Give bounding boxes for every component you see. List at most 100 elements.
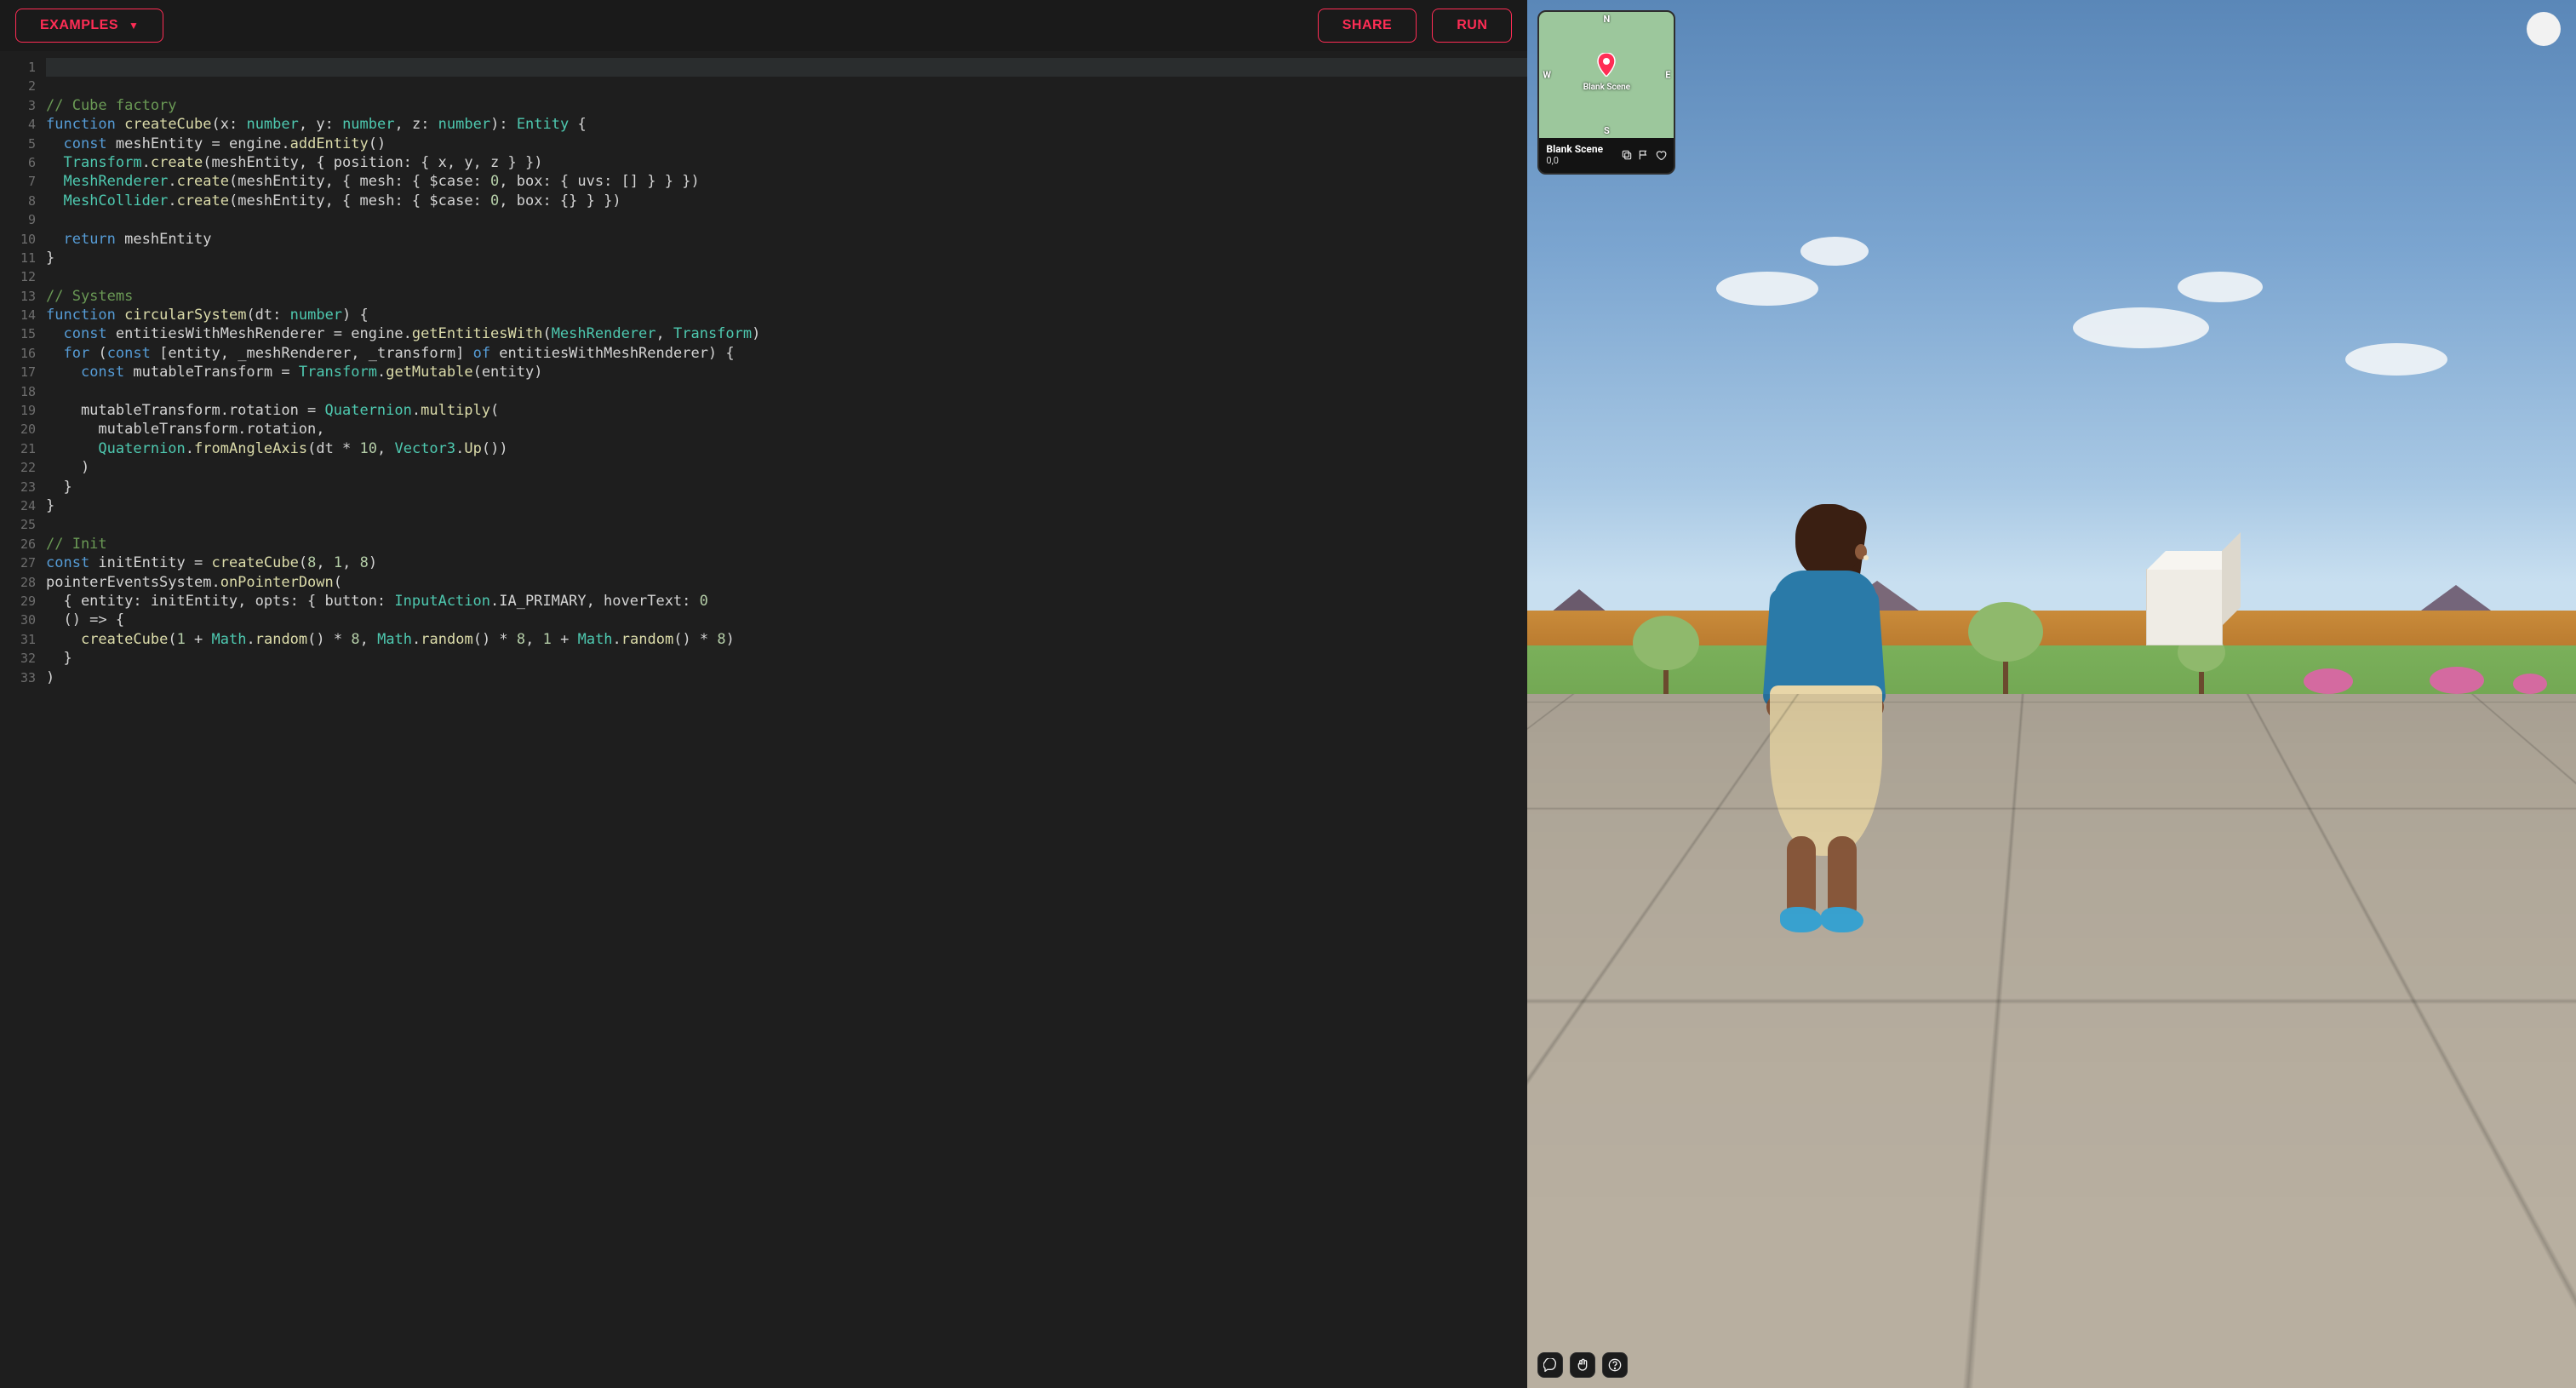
code-line[interactable]: ) bbox=[46, 668, 1527, 687]
minimap-scene-label: Blank Scene bbox=[1583, 83, 1630, 92]
toolbar: EXAMPLES ▼ SHARE RUN bbox=[0, 0, 1527, 51]
code-editor[interactable]: 1234567891011121314151617181920212223242… bbox=[0, 51, 1527, 1388]
code-line[interactable]: // Systems bbox=[46, 287, 1527, 306]
code-line[interactable]: for (const [entity, _meshRenderer, _tran… bbox=[46, 344, 1527, 363]
run-button[interactable]: RUN bbox=[1432, 9, 1512, 43]
line-number: 6 bbox=[0, 153, 36, 172]
code-line[interactable]: function createCube(x: number, y: number… bbox=[46, 115, 1527, 134]
code-line[interactable]: { entity: initEntity, opts: { button: In… bbox=[46, 592, 1527, 611]
line-number: 8 bbox=[0, 192, 36, 210]
line-number: 32 bbox=[0, 649, 36, 668]
code-line[interactable] bbox=[46, 77, 1527, 95]
line-number: 1 bbox=[0, 58, 36, 77]
floor bbox=[1527, 694, 2576, 1388]
line-number: 24 bbox=[0, 496, 36, 515]
help-button[interactable] bbox=[1602, 1352, 1628, 1378]
tree bbox=[1633, 616, 1699, 699]
flag-icon[interactable] bbox=[1638, 149, 1650, 161]
bush bbox=[2304, 668, 2353, 694]
code-line[interactable]: () => { bbox=[46, 611, 1527, 629]
minimap[interactable]: N S W E Blank Scene Blank Scene 0,0 bbox=[1537, 10, 1675, 175]
minimap-coords: 0,0 bbox=[1546, 155, 1603, 166]
minimap-dir-n: N bbox=[1604, 14, 1611, 25]
code-line[interactable]: mutableTransform.rotation, bbox=[46, 420, 1527, 439]
code-line[interactable]: } bbox=[46, 478, 1527, 496]
minimap-info: Blank Scene 0,0 bbox=[1539, 138, 1674, 173]
chat-bubble-icon bbox=[1543, 1358, 1557, 1372]
line-number: 17 bbox=[0, 363, 36, 381]
line-number: 16 bbox=[0, 344, 36, 363]
line-number: 22 bbox=[0, 458, 36, 477]
preview-pane[interactable]: N S W E Blank Scene Blank Scene 0,0 bbox=[1527, 0, 2576, 1388]
player-avatar bbox=[1736, 500, 1906, 943]
code-line[interactable]: // Init bbox=[46, 535, 1527, 553]
line-number: 10 bbox=[0, 230, 36, 249]
copy-icon[interactable] bbox=[1621, 149, 1633, 161]
minimap-title: Blank Scene bbox=[1546, 143, 1603, 155]
line-number: 18 bbox=[0, 382, 36, 401]
tree bbox=[1968, 602, 2043, 696]
code-line[interactable]: function circularSystem(dt: number) { bbox=[46, 306, 1527, 324]
line-number: 14 bbox=[0, 306, 36, 324]
code-content[interactable]: // Cube factoryfunction createCube(x: nu… bbox=[46, 51, 1527, 1388]
heart-icon[interactable] bbox=[1655, 149, 1667, 161]
run-label: RUN bbox=[1457, 18, 1487, 33]
code-line[interactable]: Transform.create(meshEntity, { position:… bbox=[46, 153, 1527, 172]
code-line[interactable]: MeshCollider.create(meshEntity, { mesh: … bbox=[46, 192, 1527, 210]
line-number: 19 bbox=[0, 401, 36, 420]
profile-avatar-button[interactable] bbox=[2527, 12, 2561, 46]
chat-button[interactable] bbox=[1537, 1352, 1563, 1378]
line-number: 29 bbox=[0, 592, 36, 611]
code-line[interactable] bbox=[46, 58, 1527, 77]
code-line[interactable]: } bbox=[46, 249, 1527, 267]
code-line[interactable] bbox=[46, 210, 1527, 229]
code-line[interactable] bbox=[46, 515, 1527, 534]
code-line[interactable]: Quaternion.fromAngleAxis(dt * 10, Vector… bbox=[46, 439, 1527, 458]
code-line[interactable]: // Cube factory bbox=[46, 96, 1527, 115]
code-line[interactable]: return meshEntity bbox=[46, 230, 1527, 249]
app-root: EXAMPLES ▼ SHARE RUN 1234567891011121314… bbox=[0, 0, 2576, 1388]
minimap-info-text: Blank Scene 0,0 bbox=[1546, 143, 1603, 166]
line-number: 33 bbox=[0, 668, 36, 687]
line-number: 7 bbox=[0, 172, 36, 191]
toolbar-left: EXAMPLES ▼ bbox=[15, 9, 163, 43]
bush bbox=[2430, 667, 2484, 694]
code-line[interactable]: } bbox=[46, 496, 1527, 515]
line-number: 27 bbox=[0, 553, 36, 572]
minimap-player-pin-icon bbox=[1597, 53, 1616, 77]
minimap-dir-e: E bbox=[1665, 70, 1670, 81]
code-line[interactable]: const mutableTransform = Transform.getMu… bbox=[46, 363, 1527, 381]
examples-dropdown-button[interactable]: EXAMPLES ▼ bbox=[15, 9, 163, 43]
code-line[interactable] bbox=[46, 267, 1527, 286]
minimap-dir-w: W bbox=[1543, 70, 1551, 81]
bush bbox=[2513, 674, 2547, 694]
line-number: 20 bbox=[0, 420, 36, 439]
code-line[interactable]: const entitiesWithMeshRenderer = engine.… bbox=[46, 324, 1527, 343]
code-line[interactable]: const initEntity = createCube(8, 1, 8) bbox=[46, 553, 1527, 572]
scene-cube[interactable] bbox=[2146, 569, 2223, 645]
line-number: 31 bbox=[0, 630, 36, 649]
line-number: 3 bbox=[0, 96, 36, 115]
line-number: 26 bbox=[0, 535, 36, 553]
code-line[interactable]: pointerEventsSystem.onPointerDown( bbox=[46, 573, 1527, 592]
toolbar-right: SHARE RUN bbox=[1318, 9, 1513, 43]
share-label: SHARE bbox=[1342, 18, 1393, 33]
line-number: 23 bbox=[0, 478, 36, 496]
minimap-canvas[interactable]: N S W E Blank Scene bbox=[1539, 12, 1674, 138]
code-line[interactable]: const meshEntity = engine.addEntity() bbox=[46, 135, 1527, 153]
line-number: 9 bbox=[0, 210, 36, 229]
hand-wave-icon bbox=[1576, 1358, 1589, 1372]
code-line[interactable]: } bbox=[46, 649, 1527, 668]
code-line[interactable]: mutableTransform.rotation = Quaternion.m… bbox=[46, 401, 1527, 420]
line-number: 12 bbox=[0, 267, 36, 286]
line-number: 28 bbox=[0, 573, 36, 592]
share-button[interactable]: SHARE bbox=[1318, 9, 1417, 43]
line-number: 30 bbox=[0, 611, 36, 629]
minimap-actions bbox=[1621, 149, 1667, 161]
emote-button[interactable] bbox=[1570, 1352, 1595, 1378]
code-line[interactable]: createCube(1 + Math.random() * 8, Math.r… bbox=[46, 630, 1527, 649]
code-line[interactable]: MeshRenderer.create(meshEntity, { mesh: … bbox=[46, 172, 1527, 191]
line-number: 21 bbox=[0, 439, 36, 458]
code-line[interactable] bbox=[46, 382, 1527, 401]
code-line[interactable]: ) bbox=[46, 458, 1527, 477]
